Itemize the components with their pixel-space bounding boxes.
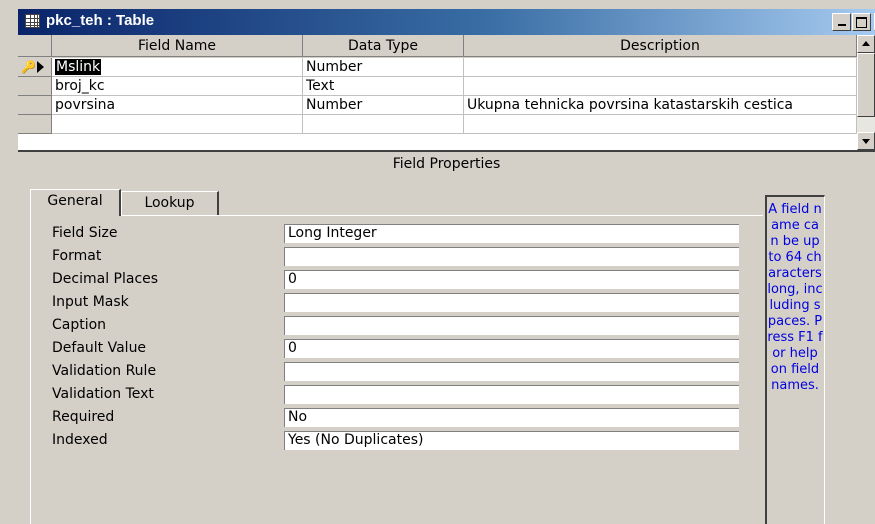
property-label-validation-rule: Validation Rule — [52, 363, 157, 379]
table-design-window: pkc_teh : Table x Field Name Data Type D… — [0, 0, 875, 524]
data-type-cell[interactable]: Number — [303, 58, 464, 77]
field-grid: Field Name Data Type Description 🔑 Mslin… — [18, 35, 857, 150]
general-tab-panel: Field Size Long Integer Format Decimal P… — [30, 215, 763, 524]
row-selector[interactable] — [18, 115, 52, 134]
property-label-required: Required — [52, 409, 115, 425]
field-properties-title: Field Properties — [392, 156, 501, 172]
property-label-validation-text: Validation Text — [52, 386, 154, 402]
data-type-cell[interactable] — [303, 115, 464, 134]
field-name-cell[interactable]: povrsina — [52, 96, 303, 115]
field-name-cell[interactable]: broj_kc — [52, 77, 303, 96]
arrow-down-icon — [862, 139, 870, 144]
maximize-icon — [856, 17, 867, 28]
tab-general[interactable]: General — [30, 189, 121, 216]
vertical-scrollbar[interactable] — [857, 35, 875, 150]
format-input[interactable] — [284, 247, 739, 266]
default-value-input[interactable]: 0 — [284, 339, 739, 358]
validation-text-input[interactable] — [284, 385, 739, 404]
title-bar[interactable]: pkc_teh : Table x — [18, 9, 875, 35]
field-name-cell[interactable]: Mslink — [52, 58, 303, 77]
description-cell[interactable]: Ukupna tehnicka povrsina katastarskih ce… — [464, 96, 857, 115]
minimize-icon — [837, 24, 846, 26]
column-header-description[interactable]: Description — [464, 35, 857, 57]
data-type-cell[interactable]: Text — [303, 77, 464, 96]
maximize-button[interactable] — [852, 13, 871, 31]
scroll-down-button[interactable] — [857, 132, 875, 150]
scroll-thumb[interactable] — [857, 53, 875, 117]
indexed-input[interactable]: Yes (No Duplicates) — [284, 431, 739, 450]
scroll-up-button[interactable] — [857, 35, 875, 53]
arrow-up-icon — [862, 41, 870, 46]
property-label-field-size: Field Size — [52, 225, 118, 241]
caption-input[interactable] — [284, 316, 739, 335]
field-name-cell[interactable] — [52, 115, 303, 134]
decimal-places-input[interactable]: 0 — [284, 270, 739, 289]
description-cell[interactable] — [464, 77, 857, 96]
column-header-field-name[interactable]: Field Name — [52, 35, 303, 57]
property-label-decimal-places: Decimal Places — [52, 271, 159, 287]
row-selector[interactable]: 🔑 — [18, 58, 52, 77]
row-selector[interactable] — [18, 77, 52, 96]
minimize-button[interactable] — [832, 13, 851, 31]
field-size-input[interactable]: Long Integer — [284, 224, 739, 243]
column-header-data-type[interactable]: Data Type — [303, 35, 464, 57]
window-title: pkc_teh : Table — [46, 12, 155, 29]
header-selector[interactable] — [18, 35, 52, 57]
tab-lookup[interactable]: Lookup — [121, 191, 219, 215]
validation-rule-input[interactable] — [284, 362, 739, 381]
property-label-input-mask: Input Mask — [52, 294, 129, 310]
required-input[interactable]: No — [284, 408, 739, 427]
help-pane: A field name can be up to 64 characters … — [765, 195, 825, 524]
property-label-indexed: Indexed — [52, 432, 108, 448]
properties-area: General Lookup Field Size Long Integer F… — [18, 175, 875, 524]
help-text: A field name can be up to 64 characters … — [767, 202, 823, 393]
current-row-arrow-icon — [37, 61, 44, 73]
grid-header: Field Name Data Type Description — [18, 35, 857, 58]
property-label-format: Format — [52, 248, 102, 264]
field-name-text: Mslink — [55, 59, 102, 75]
row-selector[interactable] — [18, 96, 52, 115]
field-properties-bar: Field Properties — [18, 150, 875, 175]
property-label-caption: Caption — [52, 317, 107, 333]
table-icon — [25, 14, 40, 28]
property-label-default-value: Default Value — [52, 340, 147, 356]
data-type-cell[interactable]: Number — [303, 96, 464, 115]
primary-key-icon: 🔑 — [21, 60, 36, 74]
description-cell[interactable] — [464, 58, 857, 77]
description-cell[interactable] — [464, 115, 857, 134]
input-mask-input[interactable] — [284, 293, 739, 312]
